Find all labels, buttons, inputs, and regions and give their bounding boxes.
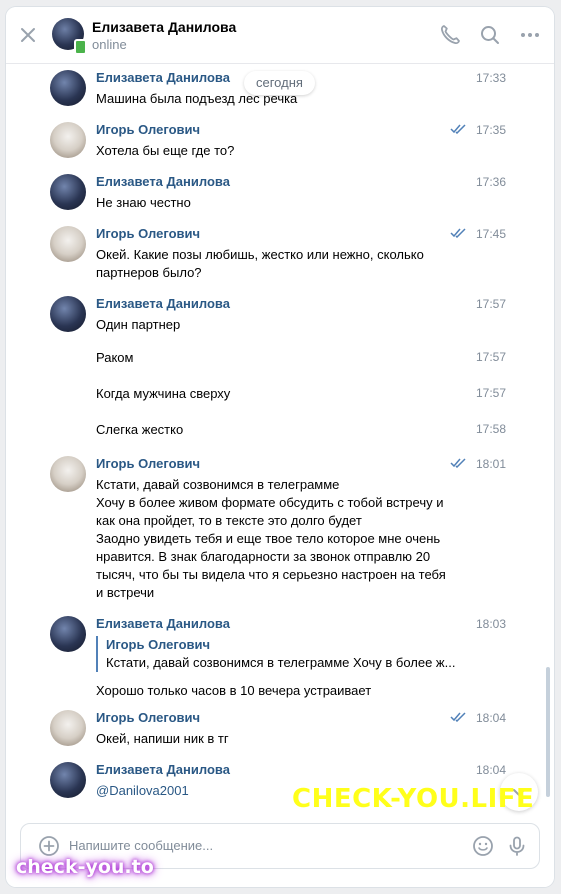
- avatar[interactable]: [50, 710, 86, 746]
- message-author[interactable]: Игорь Олегович: [96, 122, 200, 137]
- contact-name[interactable]: Елизавета Данилова: [92, 19, 236, 35]
- quote-author: Игорь Олегович: [106, 637, 211, 652]
- plus-icon[interactable]: [37, 834, 61, 858]
- chat-window: Елизавета Данилова online сегодня Елизав…: [6, 7, 554, 887]
- message-text: Слегка жестко: [96, 422, 184, 437]
- message-time: 17:58: [475, 422, 506, 436]
- message-text: Когда мужчина сверху: [96, 386, 231, 401]
- message-author[interactable]: Елизавета Данилова: [96, 616, 230, 631]
- avatar[interactable]: [50, 762, 86, 798]
- watermark-top: CHECK-YOU.LIFE: [292, 784, 535, 814]
- microphone-icon[interactable]: [505, 834, 529, 858]
- message-author[interactable]: Елизавета Данилова: [96, 296, 230, 311]
- read-checkmarks-icon: [450, 458, 466, 468]
- message-text: Окей. Какие позы любишь, жестко или нежн…: [96, 246, 456, 282]
- avatar[interactable]: [50, 174, 86, 210]
- message-text: Кстати, давай созвонимся в телеграмме Хо…: [96, 476, 456, 602]
- message-time: 17:45: [475, 227, 506, 241]
- message-text: Раком: [96, 350, 134, 365]
- message-text-line: тысяч, что бы ты видела что я серьезно н…: [96, 567, 446, 582]
- message-text: Один партнер: [96, 317, 181, 332]
- message-input[interactable]: Напишите сообщение...: [69, 838, 213, 853]
- message-text-line: Хочу в более живом формате обсудить с то…: [96, 495, 444, 510]
- close-icon[interactable]: [18, 25, 38, 45]
- message-time: 17:57: [475, 386, 506, 400]
- avatar[interactable]: [50, 456, 86, 492]
- message-time: 18:01: [475, 457, 506, 471]
- avatar[interactable]: [50, 122, 86, 158]
- message-text: Хорошо только часов в 10 вечера устраива…: [96, 683, 372, 698]
- message-author[interactable]: Елизавета Данилова: [96, 174, 230, 189]
- avatar[interactable]: [50, 70, 86, 106]
- message-text-line: Окей. Какие позы любишь, жестко или нежн…: [96, 247, 424, 262]
- message-time: 17:57: [475, 297, 506, 311]
- message-text: Не знаю честно: [96, 195, 191, 210]
- message-time: 17:35: [475, 123, 506, 137]
- emoji-icon[interactable]: [471, 834, 495, 858]
- read-checkmarks-icon: [450, 124, 466, 134]
- reply-quote[interactable]: Игорь Олегович Кстати, давай созвонимся …: [96, 636, 466, 672]
- online-badge: [74, 39, 87, 55]
- message-time: 17:57: [475, 350, 506, 364]
- avatar[interactable]: [50, 226, 86, 262]
- phone-icon[interactable]: [438, 23, 462, 47]
- message-text: Хотела бы еще где то?: [96, 143, 235, 158]
- message-text-line: нравится. В знак благодарности за звонок…: [96, 549, 431, 564]
- quote-text: Кстати, давай созвонимся в телеграмме Хо…: [106, 655, 456, 670]
- avatar[interactable]: [50, 616, 86, 652]
- date-divider: сегодня: [244, 71, 315, 95]
- more-icon[interactable]: [518, 23, 542, 47]
- read-checkmarks-icon: [450, 712, 466, 722]
- message-text-line: как она пройдет, то в тексте это долго б…: [96, 513, 362, 528]
- contact-status: online: [92, 37, 127, 52]
- message-text-line: Заодно увидеть тебя и еще твое тело кото…: [96, 531, 441, 546]
- read-checkmarks-icon: [450, 228, 466, 238]
- message-text-line: партнеров было?: [96, 265, 202, 280]
- message-time: 17:36: [475, 175, 506, 189]
- chat-header: Елизавета Данилова online: [6, 7, 554, 64]
- message-time: 18:04: [475, 763, 506, 777]
- watermark-bottom: check-you.to: [16, 856, 154, 878]
- message-author[interactable]: Игорь Олегович: [96, 710, 200, 725]
- message-text-line: и встречи: [96, 585, 155, 600]
- message-author[interactable]: Игорь Олегович: [96, 456, 200, 471]
- avatar[interactable]: [50, 296, 86, 332]
- message-text-line: Кстати, давай созвонимся в телеграмме: [96, 477, 340, 492]
- message-author[interactable]: Елизавета Данилова: [96, 70, 230, 85]
- message-author[interactable]: Игорь Олегович: [96, 226, 200, 241]
- message-time: 18:03: [475, 617, 506, 631]
- message-time: 18:04: [475, 711, 506, 725]
- message-author[interactable]: Елизавета Данилова: [96, 762, 230, 777]
- message-time: 17:33: [475, 71, 506, 85]
- search-icon[interactable]: [478, 23, 502, 47]
- message-text: Окей, напиши ник в тг: [96, 731, 229, 746]
- scrollbar[interactable]: [546, 667, 550, 797]
